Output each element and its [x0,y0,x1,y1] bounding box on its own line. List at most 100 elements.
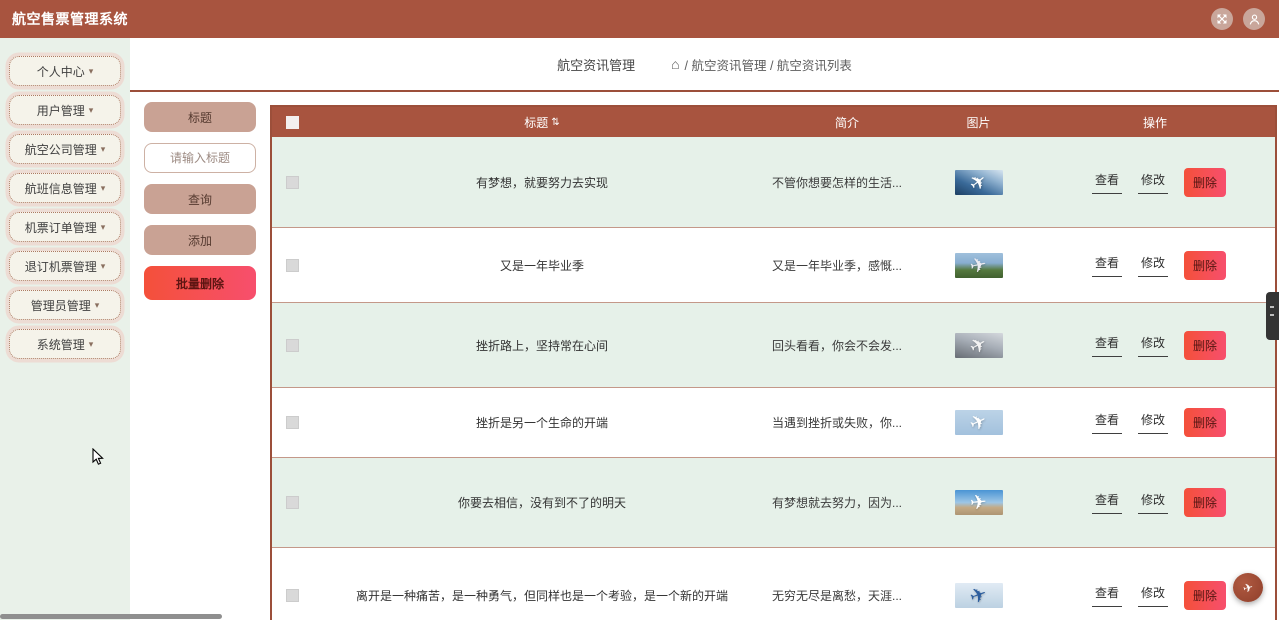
chevron-down-icon: ▾ [100,182,106,193]
side-panel-handle[interactable] [1266,292,1279,340]
row-checkbox[interactable] [285,175,299,189]
edit-link[interactable]: 修改 [1137,171,1168,194]
sidebar-item-user-management[interactable]: 用户管理 ▾ [9,95,121,125]
float-action-button[interactable]: ✈ [1233,573,1263,602]
search-panel: 标题 查询 添加 批量删除 [130,92,270,620]
top-bar: 航空售票管理系统 [0,0,1279,38]
select-all-checkbox[interactable] [285,115,299,129]
sidebar-item-label: 航空公司管理 [24,142,97,157]
chevron-down-icon: ▾ [100,143,106,154]
column-header-intro: 简介 [834,115,859,130]
edit-link[interactable]: 修改 [1137,491,1168,514]
sidebar-item-ticket-refund-management[interactable]: 退订机票管理 ▾ [9,251,121,281]
row-intro: 当遇到挫折或失败，你... [772,416,903,430]
breadcrumb-bar: 航空资讯管理 ⌂ / 航空资讯管理 / 航空资讯列表 [130,38,1279,92]
view-link[interactable]: 查看 [1091,171,1122,194]
page-title: 航空资讯管理 [557,57,636,73]
sidebar-item-label: 机票订单管理 [24,220,97,235]
sidebar-item-label: 个人中心 [36,64,85,79]
query-button[interactable]: 查询 [144,184,256,214]
table-row: 离开是一种痛苦，是一种勇气，但同样也是一个考验，是一个新的开端 无穷无尽是离愁，… [272,547,1275,620]
plane-icon: ✈ [969,491,988,515]
batch-delete-button[interactable]: 批量删除 [144,266,256,300]
edit-link[interactable]: 修改 [1137,254,1168,277]
sidebar-item-flight-info-management[interactable]: 航班信息管理 ▾ [9,173,121,203]
fullscreen-icon [1216,13,1228,25]
sidebar-item-label: 管理员管理 [30,298,91,313]
row-title: 又是一年毕业季 [499,258,584,273]
view-link[interactable]: 查看 [1091,254,1122,277]
app-window: 航空售票管理系统 个人中心 ▾ 用户管理 ▾ 航空公司管理 ▾ 航班信息管理 ▾ 机票订… [0,0,1279,620]
delete-button[interactable]: 删除 [1184,580,1227,610]
row-image: ✈ [954,410,1003,435]
row-title: 挫折路上，坚持常在心间 [475,338,608,353]
row-image: ✈ [954,169,1003,195]
float-plane-icon: ✈ [1241,579,1255,596]
horizontal-scrollbar-thumb[interactable] [0,614,222,619]
delete-button[interactable]: 删除 [1184,408,1227,437]
view-link[interactable]: 查看 [1091,334,1122,357]
sidebar-item-label: 系统管理 [36,337,85,352]
chevron-down-icon: ▾ [88,338,94,349]
table-header: 标题 ⇅ 简介 图片 操作 [272,107,1275,137]
delete-button[interactable]: 删除 [1184,250,1227,280]
sidebar-item-system-management[interactable]: 系统管理 ▾ [9,329,121,359]
row-intro: 无穷无尽是离愁，天涯... [772,588,903,603]
breadcrumb-path: / 航空资讯管理 / 航空资讯列表 [684,58,852,73]
view-link[interactable]: 查看 [1091,491,1122,514]
title-field-label: 标题 [144,102,256,132]
user-icon [1248,13,1261,26]
home-icon: ⌂ [671,56,680,72]
sidebar-item-admin-management[interactable]: 管理员管理 ▾ [9,290,121,320]
plane-icon: ✈ [967,582,991,608]
sidebar-item-personal-center[interactable]: 个人中心 ▾ [9,56,121,86]
row-checkbox[interactable] [285,416,299,429]
delete-button[interactable]: 删除 [1184,488,1227,517]
row-title: 离开是一种痛苦，是一种勇气，但同样也是一个考验，是一个新的开端 [355,588,728,603]
table-row: 有梦想，就要努力去实现 不管你想要怎样的生活... ✈ 查看 修改 删除 [272,137,1275,227]
row-checkbox[interactable] [285,338,299,352]
table-row: 又是一年毕业季 又是一年毕业季，感慨... ✈ 查看 修改 删除 [272,227,1275,302]
row-intro: 又是一年毕业季，感慨... [772,258,903,273]
edit-link[interactable]: 修改 [1137,584,1168,607]
row-intro: 不管你想要怎样的生活... [772,175,903,190]
row-checkbox[interactable] [285,496,299,509]
row-intro: 有梦想就去努力，因为... [772,496,903,510]
view-link[interactable]: 查看 [1091,411,1122,434]
fullscreen-button[interactable] [1211,8,1233,30]
row-title: 你要去相信，没有到不了的明天 [457,496,626,510]
table-row: 挫折是另一个生命的开端 当遇到挫折或失败，你... ✈ 查看 修改 删除 [272,387,1275,457]
row-title: 有梦想，就要努力去实现 [475,175,608,190]
table-body: 有梦想，就要努力去实现 不管你想要怎样的生活... ✈ 查看 修改 删除 又是一… [272,137,1275,620]
sidebar-item-airline-company-management[interactable]: 航空公司管理 ▾ [9,134,121,164]
chevron-down-icon: ▾ [100,221,106,232]
edit-link[interactable]: 修改 [1137,411,1168,434]
user-button[interactable] [1243,8,1265,30]
table-row: 挫折路上，坚持常在心间 回头看看，你会不会发... ✈ 查看 修改 删除 [272,302,1275,387]
sidebar-item-label: 航班信息管理 [24,181,97,196]
title-input[interactable] [144,143,256,173]
news-table: 标题 ⇅ 简介 图片 操作 有梦想，就要努力去实现 不管你想要怎样的生活... … [270,105,1277,620]
sidebar: 个人中心 ▾ 用户管理 ▾ 航空公司管理 ▾ 航班信息管理 ▾ 机票订单管理 ▾ 退订机票… [0,38,130,620]
edit-link[interactable]: 修改 [1137,334,1168,357]
sidebar-item-label: 用户管理 [36,103,85,118]
row-title: 挫折是另一个生命的开端 [475,416,608,430]
delete-button[interactable]: 删除 [1184,330,1227,360]
row-checkbox[interactable] [285,588,299,602]
plane-icon: ✈ [965,169,993,195]
row-image: ✈ [954,582,1003,608]
add-button[interactable]: 添加 [144,225,256,255]
plane-icon: ✈ [965,332,992,358]
view-link[interactable]: 查看 [1091,584,1122,607]
app-title: 航空售票管理系统 [12,11,128,27]
plane-icon: ✈ [968,252,990,278]
sidebar-item-ticket-order-management[interactable]: 机票订单管理 ▾ [9,212,121,242]
column-header-title[interactable]: 标题 ⇅ [312,114,772,131]
main-area: 航空资讯管理 ⌂ / 航空资讯管理 / 航空资讯列表 标题 查询 添加 批量删除 [130,38,1279,620]
row-checkbox[interactable] [285,258,299,272]
table-row: 你要去相信，没有到不了的明天 有梦想就去努力，因为... ✈ 查看 修改 删除 [272,457,1275,547]
sort-icon[interactable]: ⇅ [551,117,559,128]
delete-button[interactable]: 删除 [1184,167,1227,197]
chevron-down-icon: ▾ [88,65,94,76]
row-intro: 回头看看，你会不会发... [772,338,903,353]
